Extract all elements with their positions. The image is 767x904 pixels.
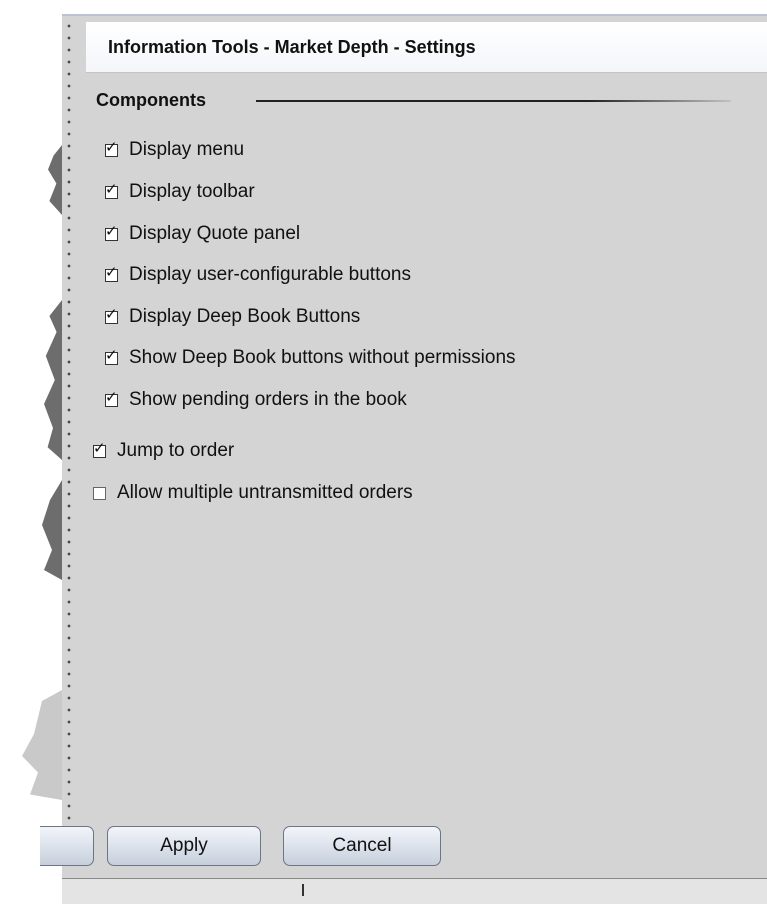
bottom-border <box>62 878 767 904</box>
option-label: Jump to order <box>117 440 235 461</box>
option-deep-book-without-permissions[interactable]: ✓ Show Deep Book buttons without permiss… <box>105 345 516 371</box>
torn-edge <box>48 145 62 215</box>
option-display-menu[interactable]: ✓ Display menu <box>105 137 244 163</box>
checkbox-checked-icon[interactable]: ✓ <box>105 306 118 324</box>
option-label: Allow multiple untransmitted orders <box>117 482 413 503</box>
option-jump-to-order[interactable]: ✓ Jump to order <box>93 438 234 464</box>
option-display-deep-book-buttons[interactable]: ✓ Display Deep Book Buttons <box>105 304 360 330</box>
option-label: Show Deep Book buttons without permissio… <box>129 347 516 368</box>
checkbox-checked-icon[interactable]: ✓ <box>105 347 118 365</box>
checkbox-checked-icon[interactable]: ✓ <box>105 181 118 199</box>
torn-edge <box>42 480 62 580</box>
checkbox-checked-icon[interactable]: ✓ <box>93 440 106 458</box>
checkbox-checked-icon[interactable]: ✓ <box>105 389 118 407</box>
checkbox-unchecked-icon[interactable] <box>93 486 106 500</box>
torn-edge <box>44 300 62 460</box>
section-label: Components <box>96 90 206 110</box>
option-show-pending-orders[interactable]: ✓ Show pending orders in the book <box>105 387 407 413</box>
option-allow-multiple-untransmitted[interactable]: Allow multiple untransmitted orders <box>93 480 413 506</box>
option-label: Display menu <box>129 139 245 160</box>
option-display-toolbar[interactable]: ✓ Display toolbar <box>105 179 255 205</box>
torn-edge <box>22 690 62 800</box>
option-display-quote-panel[interactable]: ✓ Display Quote panel <box>105 221 300 247</box>
dotted-border <box>66 20 72 830</box>
option-label: Show pending orders in the book <box>129 389 407 410</box>
option-label: Display toolbar <box>129 181 255 202</box>
checkbox-checked-icon[interactable]: ✓ <box>105 223 118 241</box>
window-title: Information Tools - Market Depth - Setti… <box>108 37 476 57</box>
option-label: Display Quote panel <box>129 223 301 244</box>
window-titlebar: Information Tools - Market Depth - Setti… <box>86 22 767 73</box>
offscreen-button[interactable] <box>40 826 94 866</box>
option-label: Display user-configurable buttons <box>129 264 411 285</box>
bottom-divider <box>302 884 304 896</box>
option-display-user-buttons[interactable]: ✓ Display user-configurable buttons <box>105 262 411 288</box>
checkbox-checked-icon[interactable]: ✓ <box>105 264 118 282</box>
option-label: Display Deep Book Buttons <box>129 306 361 327</box>
section-divider <box>256 100 731 102</box>
cancel-button[interactable]: Cancel <box>283 826 441 866</box>
checkbox-checked-icon[interactable]: ✓ <box>105 139 118 157</box>
apply-button[interactable]: Apply <box>107 826 261 866</box>
components-section-header: Components <box>96 88 756 114</box>
